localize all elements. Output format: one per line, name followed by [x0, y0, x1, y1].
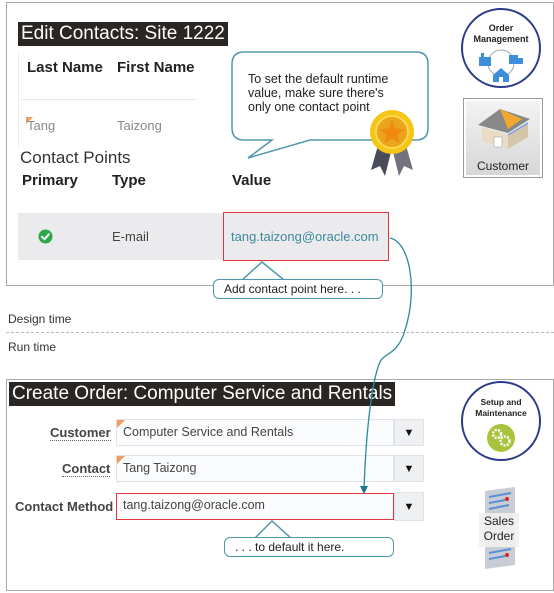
- add-callout-pointer: [241, 261, 285, 280]
- badge-line-2: Maintenance: [475, 408, 527, 418]
- run-time-label: Run time: [8, 340, 57, 354]
- required-marker-icon: [117, 456, 125, 464]
- contact-method-label: Contact Method: [15, 499, 114, 514]
- required-marker-icon: [117, 420, 125, 428]
- order-management-badge: Order Management: [461, 8, 541, 88]
- dropdown-arrow-icon: ▼: [403, 500, 415, 513]
- contact-method-value: tang.taizong@oracle.com: [123, 498, 265, 512]
- badge-line-1: Setup and: [480, 397, 522, 407]
- contact-label: Contact: [62, 461, 111, 477]
- table-row[interactable]: Tang Taizong: [21, 114, 197, 138]
- add-contact-callout: Add contact point here. . .: [213, 279, 383, 299]
- primary-check-icon: [38, 229, 53, 244]
- customer-label: Customer: [50, 425, 111, 441]
- award-ribbon-icon: [370, 110, 414, 176]
- customer-input[interactable]: Computer Service and Rentals: [116, 419, 394, 446]
- setup-maintenance-badge: Setup and Maintenance: [461, 381, 541, 461]
- contact-dropdown-button[interactable]: ▼: [394, 455, 424, 482]
- contact-points-title: Contact Points: [20, 148, 131, 167]
- default-callout: . . . to default it here.: [224, 537, 394, 557]
- column-header-type: Type: [112, 172, 146, 189]
- sales-order-tile: Sales Order: [479, 487, 519, 569]
- default-callout-pointer: [253, 519, 293, 539]
- create-order-title: Create Order: Computer Service and Renta…: [9, 382, 396, 406]
- badge-line-2: Management: [473, 34, 529, 44]
- contact-value-link[interactable]: tang.taizong@oracle.com: [231, 229, 379, 244]
- customer-value: Computer Service and Rentals: [123, 425, 294, 439]
- cell-type: E-mail: [112, 229, 149, 244]
- badge-line-1: Order: [488, 23, 514, 33]
- sales-order-label-line-2: Order: [483, 529, 515, 543]
- sales-order-label-line-1: Sales: [483, 514, 515, 528]
- customer-tile-label: Customer: [476, 159, 529, 173]
- cell-first-name: Taizong: [117, 118, 162, 133]
- dropdown-arrow-icon: ▼: [403, 426, 415, 439]
- contacts-table: Last Name First Name Tang Taizong: [18, 54, 197, 146]
- contact-input[interactable]: Tang Taizong: [116, 455, 394, 482]
- order-management-icon: [479, 49, 523, 82]
- contact-method-dropdown-button[interactable]: ▼: [394, 492, 424, 521]
- gears-icon: [487, 424, 515, 452]
- customer-tile: Customer: [463, 98, 543, 178]
- column-header-value: Value: [232, 172, 272, 189]
- cell-last-name: Tang: [27, 118, 56, 133]
- contact-method-input[interactable]: tang.taizong@oracle.com: [116, 493, 394, 520]
- edit-contacts-title: Edit Contacts: Site 1222: [18, 22, 228, 46]
- contact-value: Tang Taizong: [123, 461, 197, 475]
- store-building-icon: [478, 109, 530, 149]
- column-header-first-name: First Name: [117, 59, 195, 76]
- column-header-last-name: Last Name: [27, 59, 103, 76]
- design-run-divider: [6, 332, 554, 333]
- customer-dropdown-button[interactable]: ▼: [394, 419, 424, 446]
- header-divider: [21, 99, 197, 100]
- dropdown-arrow-icon: ▼: [403, 462, 415, 475]
- column-header-primary: Primary: [22, 172, 78, 189]
- design-time-label: Design time: [8, 312, 72, 326]
